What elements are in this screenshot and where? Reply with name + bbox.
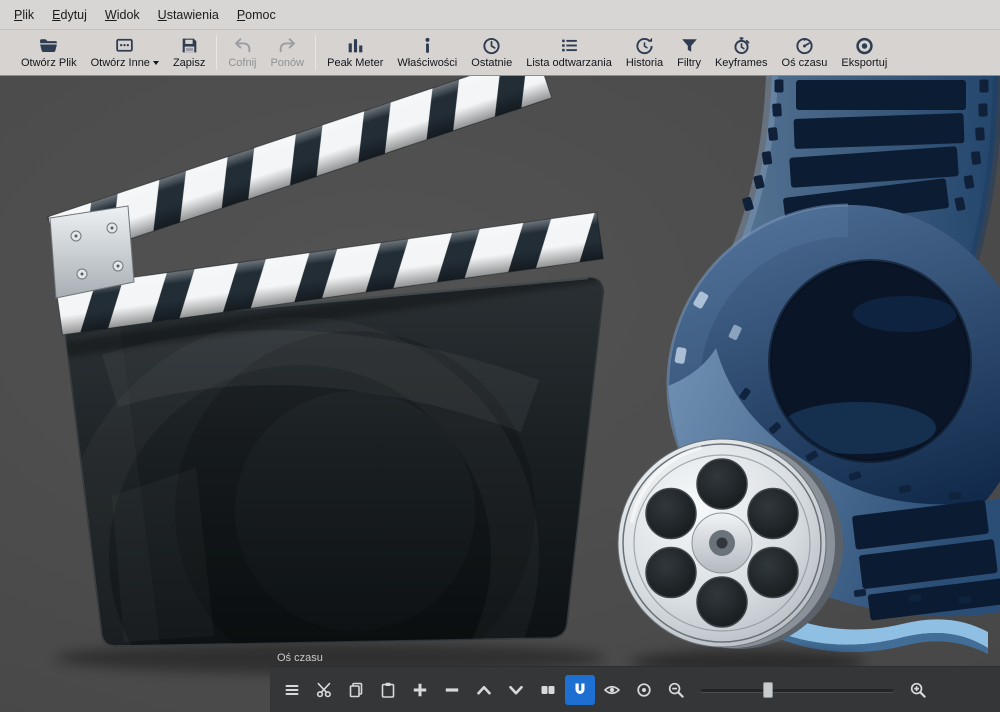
timeline-menu-button[interactable] <box>277 675 307 705</box>
timeline-scrub-toggle[interactable] <box>597 675 627 705</box>
timeline-zoom-out-button[interactable] <box>661 675 691 705</box>
timeline-panel: Oś czasu <box>270 649 1000 712</box>
undo-button: Cofnij <box>221 30 263 75</box>
history-label: Historia <box>626 57 663 69</box>
timeline-split-button[interactable] <box>533 675 563 705</box>
zoom-slider-track[interactable] <box>701 689 893 692</box>
recent-label: Ostatnie <box>471 57 512 69</box>
timeline-toggle-label: Oś czasu <box>782 57 828 69</box>
keyframes-label: Keyframes <box>715 57 768 69</box>
app-window: Plik Edytuj Widok Ustawienia Pomoc Otwór… <box>0 0 1000 712</box>
open-file-label: Otwórz Plik <box>21 57 77 69</box>
stopwatch-icon <box>731 35 752 56</box>
undo-label: Cofnij <box>228 57 256 69</box>
peak-meter-label: Peak Meter <box>327 57 383 69</box>
timeline-zoom-in-button[interactable] <box>903 675 933 705</box>
zoom-out-icon <box>667 681 685 699</box>
zoom-slider-handle[interactable] <box>763 682 773 698</box>
properties-button[interactable]: Właściwości <box>390 30 464 75</box>
open-other-button[interactable]: Otwórz Inne <box>84 30 166 75</box>
open-other-label: Otwórz Inne <box>91 57 150 69</box>
open-file-icon <box>38 35 59 56</box>
minus-icon <box>443 681 461 699</box>
clapperboard-film-artwork <box>0 76 1000 712</box>
redo-icon <box>277 35 298 56</box>
playlist-icon <box>559 35 580 56</box>
menu-edytuj[interactable]: Edytuj <box>43 3 96 27</box>
target-icon <box>635 681 653 699</box>
clapper-hinge <box>50 206 134 298</box>
timeline-paste-button[interactable] <box>373 675 403 705</box>
menu-ustawienia[interactable]: Ustawienia <box>149 3 228 27</box>
filters-button[interactable]: Filtry <box>670 30 708 75</box>
scissors-icon <box>315 681 333 699</box>
redo-label: Ponów <box>270 57 304 69</box>
timeline-ripple-delete-button[interactable] <box>437 675 467 705</box>
split-icon <box>539 681 557 699</box>
playlist-button[interactable]: Lista odtwarzania <box>519 30 619 75</box>
recent-button[interactable]: Ostatnie <box>464 30 519 75</box>
peak-meter-icon <box>345 35 366 56</box>
timeline-panel-title: Oś czasu <box>270 649 1000 666</box>
timeline-cut-button[interactable] <box>309 675 339 705</box>
export-label: Eksportuj <box>841 57 887 69</box>
clock-icon <box>481 35 502 56</box>
chevron-down-icon <box>507 681 525 699</box>
timeline-clock-icon <box>794 35 815 56</box>
plus-icon <box>411 681 429 699</box>
menu-icon <box>283 681 301 699</box>
export-record-icon <box>854 35 875 56</box>
menu-widok[interactable]: Widok <box>96 3 149 27</box>
timeline-overwrite-button[interactable] <box>501 675 531 705</box>
menubar: Plik Edytuj Widok Ustawienia Pomoc <box>0 0 1000 30</box>
undo-icon <box>232 35 253 56</box>
main-toolbar: Otwórz Plik Otwórz Inne Zapisz <box>0 30 1000 76</box>
properties-label: Właściwości <box>397 57 457 69</box>
timeline-zoom-slider[interactable] <box>699 675 895 705</box>
timeline-snap-toggle[interactable] <box>565 675 595 705</box>
export-button[interactable]: Eksportuj <box>834 30 894 75</box>
save-label: Zapisz <box>173 57 205 69</box>
paste-icon <box>379 681 397 699</box>
keyframes-button[interactable]: Keyframes <box>708 30 775 75</box>
info-icon <box>417 35 438 56</box>
toolbar-separator <box>315 35 316 70</box>
dropdown-arrow-icon <box>153 61 159 65</box>
toolbar-separator <box>216 35 217 70</box>
open-file-button[interactable]: Otwórz Plik <box>14 30 84 75</box>
timeline-append-button[interactable] <box>405 675 435 705</box>
menu-pomoc[interactable]: Pomoc <box>228 3 285 27</box>
redo-button: Ponów <box>263 30 311 75</box>
copy-icon <box>347 681 365 699</box>
save-button[interactable]: Zapisz <box>166 30 212 75</box>
chevron-up-icon <box>475 681 493 699</box>
open-other-icon <box>114 35 135 56</box>
zoom-in-icon <box>909 681 927 699</box>
timeline-lift-button[interactable] <box>469 675 499 705</box>
history-icon <box>634 35 655 56</box>
timeline-toggle-button[interactable]: Oś czasu <box>775 30 835 75</box>
filter-funnel-icon <box>679 35 700 56</box>
timeline-toolbar <box>270 666 1000 712</box>
peak-meter-button[interactable]: Peak Meter <box>320 30 390 75</box>
playlist-label: Lista odtwarzania <box>526 57 612 69</box>
magnet-icon <box>571 681 589 699</box>
menu-plik[interactable]: Plik <box>5 3 43 27</box>
filters-label: Filtry <box>677 57 701 69</box>
timeline-center-playhead-button[interactable] <box>629 675 659 705</box>
eye-icon <box>603 681 621 699</box>
timeline-copy-button[interactable] <box>341 675 371 705</box>
save-icon <box>179 35 200 56</box>
history-button[interactable]: Historia <box>619 30 670 75</box>
